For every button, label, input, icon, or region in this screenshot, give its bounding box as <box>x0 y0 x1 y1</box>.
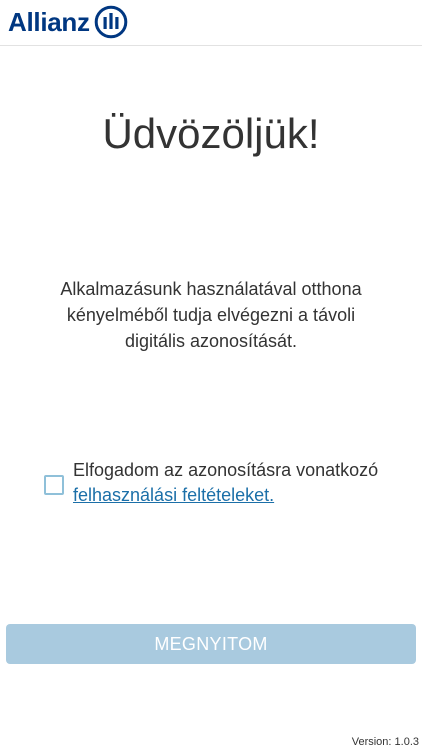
terms-consent: Elfogadom az azonosításra vonatkozó felh… <box>44 458 404 508</box>
intro-text: Alkalmazásunk használatával otthona kény… <box>60 279 362 351</box>
terms-link[interactable]: felhasználási feltételeket. <box>73 485 274 505</box>
welcome-title: Üdvözöljük! <box>102 110 320 157</box>
brand: Allianz <box>8 5 128 39</box>
terms-checkbox[interactable] <box>44 475 64 495</box>
open-button[interactable]: MEGNYITOM <box>6 624 416 664</box>
brand-name: Allianz <box>8 7 90 37</box>
terms-consent-label: Elfogadom az azonosításra vonatkozó felh… <box>73 458 378 508</box>
terms-consent-text: Elfogadom az azonosításra vonatkozó <box>73 460 379 480</box>
version-label: Version: 1.0.3 <box>351 736 419 748</box>
app-header: Allianz <box>0 0 422 46</box>
allianz-logo-icon <box>94 5 128 39</box>
